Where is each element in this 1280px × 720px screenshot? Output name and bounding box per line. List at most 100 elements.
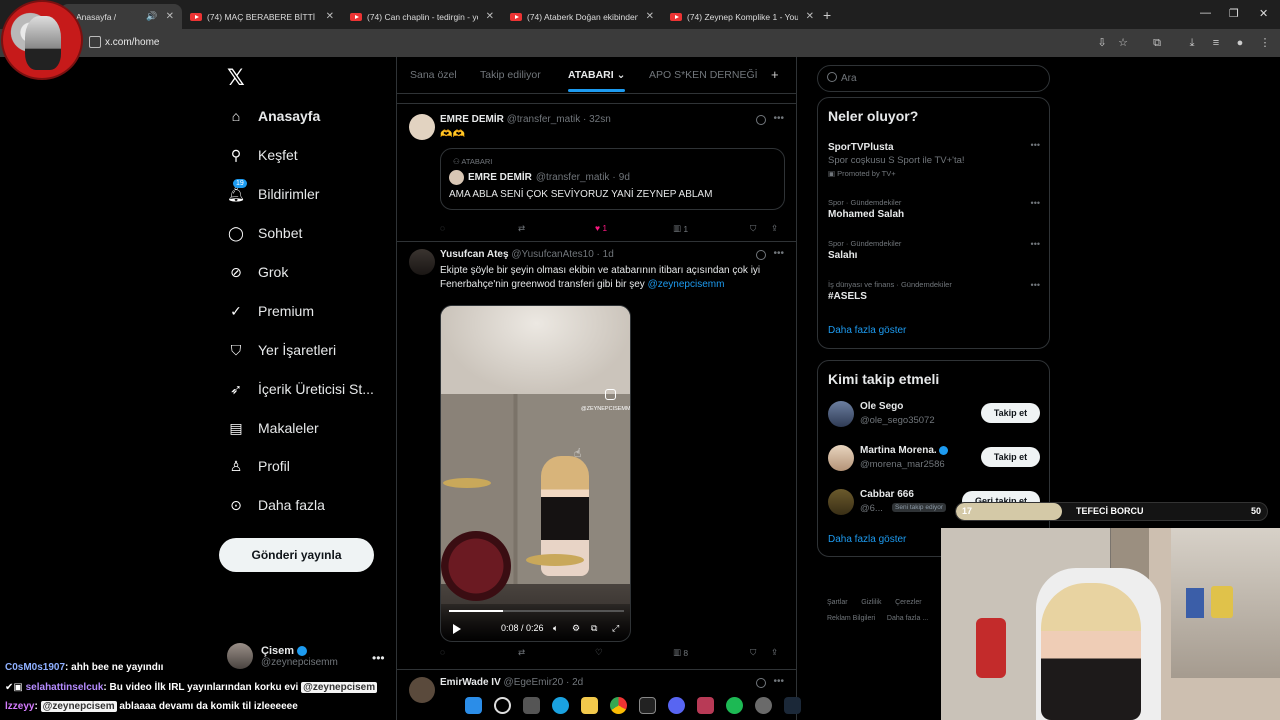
more-dots-icon[interactable]: •••	[773, 676, 784, 687]
post-author[interactable]: EmirWade IV	[440, 677, 501, 688]
menu-icon[interactable]: ⋮	[1259, 37, 1271, 49]
more-dots-icon[interactable]: •••	[1031, 239, 1040, 249]
media-icon[interactable]: ≡	[1210, 37, 1222, 49]
edge-icon[interactable]	[552, 697, 569, 714]
app-icon[interactable]	[697, 697, 714, 714]
follow-button[interactable]: Takip et	[981, 403, 1040, 423]
follow-suggestion[interactable]: Ole Sego @ole_sego35072 Takip et	[828, 401, 1040, 431]
video-progress-bar[interactable]	[449, 610, 624, 612]
install-icon[interactable]: ⇩	[1096, 37, 1108, 49]
more-dots-icon[interactable]: •••	[773, 113, 784, 124]
close-tab-icon[interactable]: ✕	[486, 11, 494, 22]
settings-icon[interactable]: ⚙	[572, 623, 580, 634]
extensions-icon[interactable]: ⧉	[1151, 37, 1163, 49]
show-more-link[interactable]: Daha fazla göster	[828, 325, 906, 336]
tab-following[interactable]: Takip ediliyor	[480, 69, 541, 81]
trend-item[interactable]: İş dünyası ve finans · Gündemdekiler #AS…	[828, 280, 1040, 302]
nav-bookmarks[interactable]: ⛉ Yer İşaretleri	[227, 341, 336, 359]
x-logo-icon[interactable]: 𝕏	[227, 66, 245, 91]
search-input[interactable]: Ara	[817, 65, 1050, 92]
star-icon[interactable]: ☆	[1117, 37, 1129, 49]
trend-item[interactable]: Spor · Gündemdekiler Salahı •••	[828, 239, 1040, 261]
post-author[interactable]: Yusufcan Ateş	[440, 249, 509, 260]
more-dots-icon[interactable]: •••	[773, 248, 784, 259]
close-tab-icon[interactable]: ✕	[166, 11, 174, 22]
close-window-icon[interactable]: ✕	[1259, 7, 1268, 20]
add-tab-icon[interactable]: +	[771, 67, 779, 82]
reply-icon[interactable]: ◌	[440, 647, 445, 657]
share-icon[interactable]: ⇪	[771, 223, 778, 234]
browser-tab-3[interactable]: (74) Can chaplin - tedirgin - yo ✕	[342, 4, 502, 29]
more-dots-icon[interactable]: •••	[1031, 140, 1040, 150]
more-dots-icon[interactable]: •••	[1031, 280, 1040, 290]
nav-articles[interactable]: ▤ Makaleler	[227, 419, 318, 437]
close-tab-icon[interactable]: ✕	[646, 11, 654, 22]
nav-more[interactable]: ⊙ Daha fazla	[227, 496, 325, 514]
windows-start-icon[interactable]	[465, 697, 482, 714]
trend-item[interactable]: SporTVPlusta Spor coşkusu S Sport ile TV…	[828, 140, 1040, 178]
video-player[interactable]: @ZEYNEPCISEMM 0:08 / 0:26 🔈︎ ⚙ ⧉ ⤢	[440, 305, 631, 642]
profile-icon[interactable]: ●	[1234, 37, 1246, 49]
download-icon[interactable]: ⤓	[1186, 37, 1198, 49]
browser-tab-2[interactable]: (74) MAÇ BERABERE BİTTİ UMU ✕	[182, 4, 342, 29]
url-field[interactable]: x.com/home	[105, 37, 159, 48]
nav-explore[interactable]: ⚲ Keşfet	[227, 146, 298, 164]
steam-icon[interactable]	[784, 697, 801, 714]
nav-notifications[interactable]: 🔔︎ 19 Bildirimler	[227, 179, 319, 203]
close-tab-icon[interactable]: ✕	[326, 11, 334, 22]
tab-for-you[interactable]: Sana özel	[410, 69, 457, 81]
post[interactable]: Yusufcan Ateş @YusufcanAtes10 · 1d ••• E…	[397, 247, 796, 670]
grok-icon[interactable]	[756, 678, 766, 688]
follow-suggestion[interactable]: Martina Morena. @morena_mar2586 Takip et	[828, 445, 1040, 475]
tab-list[interactable]: APO S*KEN DERNEĞİ	[649, 69, 758, 81]
repost-icon[interactable]: ⇄	[518, 647, 525, 658]
nav-creator-studio[interactable]: ➶ İçerik Üreticisi St...	[227, 380, 374, 398]
more-dots-icon[interactable]: •••	[1031, 198, 1040, 208]
x-app-icon[interactable]	[639, 697, 656, 714]
mention-link[interactable]: @zeynepcisemm	[648, 279, 725, 290]
views-button[interactable]: ▥ 8	[673, 647, 688, 658]
reply-icon[interactable]: ◌	[440, 223, 445, 233]
like-icon[interactable]: ♡	[595, 647, 603, 658]
minimize-icon[interactable]: —	[1200, 7, 1211, 19]
chrome-icon[interactable]	[610, 697, 627, 714]
bookmark-icon[interactable]: ⛉	[750, 223, 756, 234]
taskbar-search-icon[interactable]	[494, 697, 511, 714]
close-tab-icon[interactable]: ✕	[806, 11, 814, 22]
settings-app-icon[interactable]	[755, 697, 772, 714]
quoted-post[interactable]: ⚇ ATABARI EMRE DEMİR @transfer_matik · 9…	[440, 148, 785, 210]
nav-grok[interactable]: ⊘ Grok	[227, 263, 288, 281]
nav-premium[interactable]: ✓ Premium	[227, 302, 314, 320]
tab-atabari[interactable]: ATABARI ⌄	[568, 69, 626, 92]
browser-tab-4[interactable]: (74) Ataberk Doğan ekibinden ✕	[502, 4, 662, 29]
browser-tab-5[interactable]: (74) Zeynep Komplike 1 - YouTu ✕	[662, 4, 822, 29]
nav-home[interactable]: ⌂ Anasayfa	[227, 107, 321, 125]
pip-icon[interactable]: ⧉	[591, 623, 597, 634]
play-icon[interactable]	[453, 624, 461, 634]
share-icon[interactable]: ⇪	[771, 647, 778, 658]
footer-link[interactable]: Gizlilik	[861, 599, 881, 606]
bookmark-icon[interactable]: ⛉	[750, 647, 756, 658]
task-view-icon[interactable]	[523, 697, 540, 714]
speaker-icon[interactable]: 🔊	[146, 11, 157, 22]
footer-link[interactable]: Daha fazla ...	[887, 615, 928, 622]
explorer-icon[interactable]	[581, 697, 598, 714]
site-settings-icon[interactable]	[89, 36, 101, 48]
grok-icon[interactable]	[756, 115, 766, 125]
trend-item[interactable]: Spor · Gündemdekiler Mohamed Salah •••	[828, 198, 1040, 220]
maximize-icon[interactable]: ❐	[1229, 7, 1239, 20]
footer-link[interactable]: Şartlar	[827, 599, 848, 606]
new-tab-icon[interactable]: +	[823, 7, 831, 23]
repost-icon[interactable]: ⇄	[518, 223, 525, 234]
views-button[interactable]: ▥ 1	[673, 223, 688, 234]
fullscreen-icon[interactable]: ⤢	[612, 623, 619, 634]
show-more-link[interactable]: Daha fazla göster	[828, 534, 906, 545]
footer-link[interactable]: Reklam Bilgileri	[827, 615, 875, 622]
nav-chat[interactable]: ◯ Sohbet	[227, 224, 302, 242]
post[interactable]: EMRE DEMİR @transfer_matik · 32sn ••• 🫶🫶…	[397, 112, 796, 242]
like-button[interactable]: ♥ 1	[595, 223, 607, 233]
spotify-icon[interactable]	[726, 697, 743, 714]
nav-profile[interactable]: ♙ Profil	[227, 457, 290, 475]
discord-icon[interactable]	[668, 697, 685, 714]
volume-icon[interactable]: 🔈︎	[553, 623, 558, 634]
